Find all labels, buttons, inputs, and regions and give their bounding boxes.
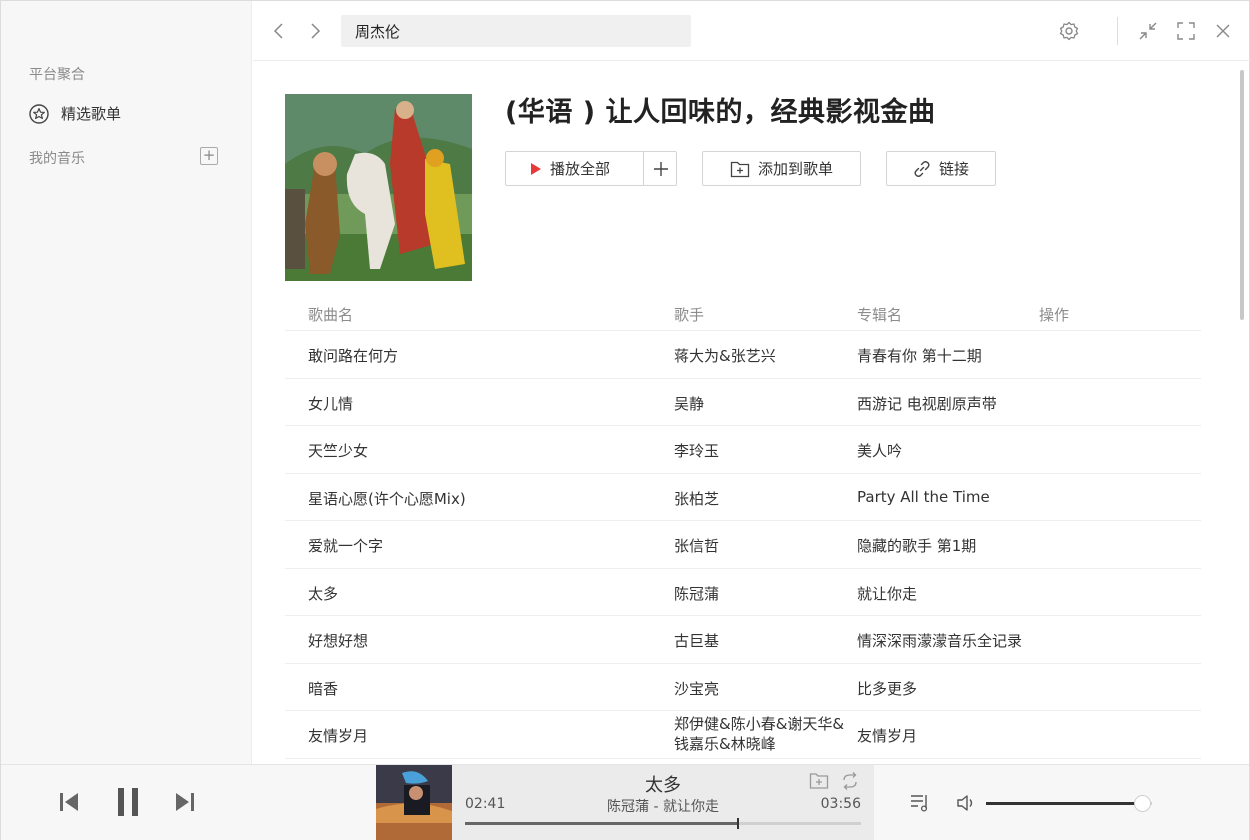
song-name: 天竺少女	[308, 442, 369, 460]
gear-icon[interactable]	[1057, 19, 1081, 43]
folder-add-icon[interactable]	[809, 771, 829, 791]
folder-add-icon	[730, 161, 750, 177]
volume-slider[interactable]	[986, 795, 1152, 812]
volume-handle[interactable]	[1134, 795, 1152, 812]
album-name[interactable]: 西游记 电视剧原声带	[857, 393, 997, 414]
progress-handle[interactable]	[737, 818, 740, 829]
scrollbar[interactable]	[1239, 62, 1245, 764]
add-all-to-queue-button[interactable]	[643, 152, 677, 185]
close-icon[interactable]	[1211, 19, 1235, 43]
song-table-body: 敢问路在何方 蒋大为&张艺兴 青春有你 第十二期女儿情 吴静 西游记 电视剧原声带天竺少…	[285, 331, 1201, 759]
album-name[interactable]: 就让你走	[857, 583, 917, 604]
plus-icon	[653, 161, 668, 176]
volume-fill	[986, 802, 1143, 805]
link-icon	[914, 160, 930, 177]
current-time: 02:41	[465, 796, 506, 812]
album-name[interactable]: 友情岁月	[857, 725, 917, 746]
table-row[interactable]: 太多 陈冠蒲 就让你走	[285, 569, 1201, 616]
header-action: 操作	[1039, 306, 1070, 324]
now-playing-cover[interactable]	[376, 765, 452, 840]
link-button[interactable]: 链接	[886, 151, 996, 186]
song-name: 星语心愿(许个心愿Mix)	[308, 489, 466, 508]
progress-fill	[465, 822, 739, 825]
topbar	[253, 1, 1250, 61]
now-playing: 太多 陈冠蒲 - 就让你走 02:41 03:56	[376, 765, 874, 840]
add-playlist-button[interactable]: +	[200, 147, 218, 165]
playlist-title: (华语 ) 让人回味的，经典影视金曲	[505, 97, 936, 128]
album-name[interactable]: 美人吟	[857, 440, 902, 461]
table-row[interactable]: 好想好想 古巨基 情深深雨濛濛音乐全记录	[285, 616, 1201, 664]
table-row[interactable]: 女儿情 吴静 西游记 电视剧原声带	[285, 379, 1201, 426]
artist-name[interactable]: 李玲玉	[674, 440, 719, 461]
app-window: 平台聚合 精选歌单 我的音乐 + 周杰伦 (华语) 让人回味的，经典影视金曲 …	[0, 0, 1250, 840]
skip-next-icon[interactable]	[174, 791, 196, 813]
link-label: 链接	[938, 160, 969, 178]
total-time: 03:56	[820, 796, 861, 812]
add-to-playlist-label: 添加到歌单	[757, 160, 833, 178]
header-artist: 歌手	[674, 306, 705, 324]
scrollbar-thumb[interactable]	[1240, 70, 1244, 320]
table-row[interactable]: 爱就一个字 张信哲 隐藏的歌手 第1期	[285, 521, 1201, 569]
playlist-icon[interactable]	[909, 792, 931, 814]
skip-previous-icon[interactable]	[58, 791, 80, 813]
fullscreen-icon[interactable]	[1174, 19, 1198, 43]
artist-name[interactable]: 吴静	[674, 393, 704, 414]
song-name: 女儿情	[308, 394, 354, 413]
now-playing-subtitle: 陈冠蒲 - 就让你走	[607, 799, 719, 815]
header-album: 专辑名	[857, 306, 903, 324]
progress-bar[interactable]	[465, 818, 861, 829]
album-name[interactable]: 比多更多	[857, 678, 917, 699]
play-all-button[interactable]: 播放全部	[505, 151, 677, 186]
pause-icon[interactable]	[115, 787, 141, 817]
song-name: 太多	[308, 584, 339, 603]
artist-name[interactable]: 陈冠蒲	[674, 583, 719, 604]
album-name[interactable]: Party All the Time	[857, 488, 990, 506]
repeat-icon[interactable]	[840, 771, 860, 791]
table-row[interactable]: 星语心愿(许个心愿Mix) 张柏芝 Party All the Time	[285, 474, 1201, 521]
album-name[interactable]: 隐藏的歌手 第1期	[857, 535, 976, 556]
sidebar-item-label: 精选歌单	[61, 105, 122, 123]
song-name: 友情岁月	[308, 727, 369, 745]
header-song: 歌曲名	[308, 306, 354, 324]
table-row[interactable]: 友情岁月 郑伊健&陈小春&谢天华&钱嘉乐&林晓峰 友情岁月	[285, 711, 1201, 759]
playlist-detail: (华语 ) 让人回味的，经典影视金曲 播放全部 添加到歌单 链接 歌曲名 歌手 …	[253, 62, 1239, 764]
topbar-divider	[1117, 17, 1118, 45]
artist-name[interactable]: 沙宝亮	[674, 678, 719, 699]
artist-name[interactable]: 蒋大为&张艺兴	[674, 345, 776, 366]
sidebar-item-featured-playlists[interactable]: 精选歌单	[29, 103, 121, 124]
album-name[interactable]: 情深深雨濛濛音乐全记录	[857, 630, 1022, 651]
table-row[interactable]: 敢问路在何方 蒋大为&张艺兴 青春有你 第十二期	[285, 331, 1201, 379]
sidebar-group-my-music: 我的音乐	[29, 151, 85, 167]
sidebar: 平台聚合 精选歌单 我的音乐 +	[1, 1, 252, 764]
add-to-playlist-button[interactable]: 添加到歌单	[702, 151, 861, 186]
playlist-cover	[285, 94, 472, 281]
artist-name[interactable]: 古巨基	[674, 630, 719, 651]
play-icon	[531, 162, 541, 175]
forward-button[interactable]	[305, 19, 325, 43]
artist-name[interactable]: 张信哲	[674, 535, 719, 556]
song-name: 好想好想	[308, 632, 369, 650]
artist-name[interactable]: 张柏芝	[674, 488, 719, 509]
shrink-icon[interactable]	[1136, 19, 1160, 43]
table-row[interactable]: 天竺少女 李玲玉 美人吟	[285, 426, 1201, 474]
back-button[interactable]	[269, 19, 289, 43]
sidebar-group-platform: 平台聚合	[29, 67, 85, 83]
speaker-icon[interactable]	[956, 793, 978, 813]
song-table-header: 歌曲名 歌手 专辑名 操作	[285, 298, 1201, 331]
song-name: 暗香	[308, 679, 339, 698]
star-icon	[29, 103, 49, 124]
search-input[interactable]	[341, 15, 691, 47]
table-row[interactable]: 暗香 沙宝亮 比多更多	[285, 664, 1201, 711]
song-name: 爱就一个字	[308, 537, 384, 555]
player-bar: 太多 陈冠蒲 - 就让你走 02:41 03:56	[1, 764, 1249, 840]
song-name: 敢问路在何方	[308, 347, 399, 365]
artist-name[interactable]: 郑伊健&陈小春&谢天华&钱嘉乐&林晓峰	[674, 714, 854, 754]
play-all-label: 播放全部	[550, 160, 611, 178]
album-name[interactable]: 青春有你 第十二期	[857, 345, 982, 366]
